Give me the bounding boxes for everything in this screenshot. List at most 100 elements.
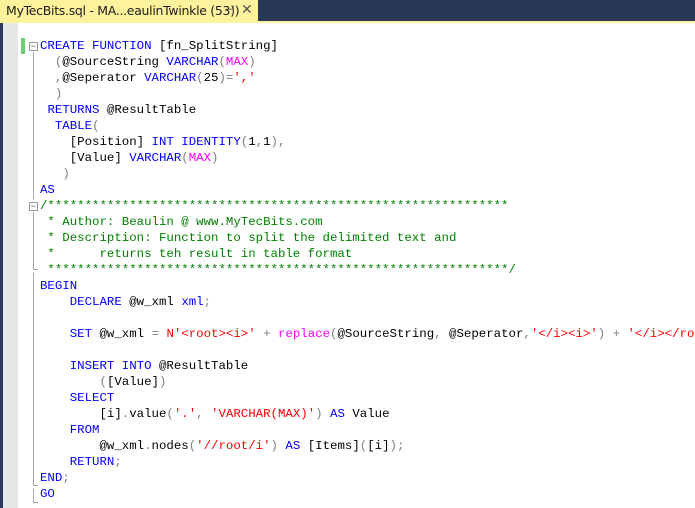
code-line[interactable]: ) [40, 86, 695, 102]
code-token: value [129, 407, 167, 421]
code-line[interactable]: /***************************************… [40, 198, 695, 214]
code-line[interactable]: AS [40, 182, 695, 198]
code-token: ( [99, 375, 107, 389]
code-token: INSERT INTO [69, 359, 159, 373]
code-editor[interactable]: − − CREATE FUNCTION [fn_SplitString] (@S… [0, 23, 695, 508]
code-line[interactable]: * Author: Beaulin @ www.MyTecBits.com [40, 214, 695, 230]
code-token: VARCHAR [144, 71, 197, 85]
code-token: + [255, 327, 278, 341]
code-token: ( [181, 151, 189, 165]
code-token: @w_xml [99, 327, 152, 341]
code-token: Value [352, 407, 390, 421]
close-icon[interactable]: ✕ [241, 1, 253, 18]
outline-guide [33, 212, 34, 269]
code-line[interactable] [40, 342, 695, 358]
code-token: VARCHAR [166, 55, 219, 69]
code-token: 'VARCHAR(MAX)' [211, 407, 316, 421]
document-tabstrip: MyTecBits.sql - MA...eaulinTwinkle (53))… [0, 0, 695, 21]
outline-guide [33, 273, 34, 485]
code-line[interactable]: BEGIN [40, 278, 695, 294]
outline-guide [33, 52, 34, 199]
code-token: FROM [69, 423, 100, 437]
code-line[interactable]: [i].value('.', 'VARCHAR(MAX)') AS Value [40, 406, 695, 422]
code-token: ( [196, 71, 204, 85]
sql-code[interactable]: CREATE FUNCTION [fn_SplitString] (@Sourc… [40, 38, 695, 502]
code-token: @ResultTable [106, 103, 197, 117]
code-token: N'<root><i>' [166, 327, 256, 341]
code-line[interactable]: SELECT [40, 390, 695, 406]
pin-icon[interactable]: ⊣ [225, 3, 235, 16]
code-token: @SourceString [337, 327, 435, 341]
code-token: ) + [597, 327, 628, 341]
code-token: replace [277, 327, 331, 341]
code-token: ( [218, 55, 226, 69]
code-token: @ResultTable [158, 359, 249, 373]
code-token: INT IDENTITY [151, 135, 241, 149]
change-tracking-bar [21, 38, 25, 54]
code-token: ), [270, 135, 286, 149]
code-line[interactable]: * Description: Function to split the del… [40, 230, 695, 246]
code-token: ); [389, 439, 405, 453]
code-line[interactable]: ,@Seperator VARCHAR(25)=',' [40, 70, 695, 86]
code-token: * Description: Function to split the del… [40, 231, 457, 245]
code-token: GO [40, 487, 55, 501]
code-token: MAX [188, 151, 212, 165]
code-token: , [523, 327, 531, 341]
code-line[interactable]: CREATE FUNCTION [fn_SplitString] [40, 38, 695, 54]
code-line[interactable]: ) [40, 166, 695, 182]
tab-title: MyTecBits.sql - MA...eaulinTwinkle (53)) [6, 3, 240, 18]
tab-mytecbits-sql[interactable]: MyTecBits.sql - MA...eaulinTwinkle (53))… [0, 0, 258, 21]
outline-guide [33, 489, 34, 502]
code-token: '</i><i>' [530, 327, 598, 341]
collapse-icon[interactable]: − [29, 202, 38, 211]
code-line[interactable]: @w_xml.nodes('//root/i') AS [Items]([i])… [40, 438, 695, 454]
code-line[interactable]: DECLARE @w_xml xml; [40, 294, 695, 310]
code-line[interactable]: INSERT INTO @ResultTable [40, 358, 695, 374]
code-token: AS [285, 439, 308, 453]
code-line[interactable]: * returns teh result in table format [40, 246, 695, 262]
code-line[interactable]: TABLE( [40, 118, 695, 134]
code-line[interactable]: FROM [40, 422, 695, 438]
code-line[interactable]: SET @w_xml = N'<root><i>' + replace(@Sou… [40, 326, 695, 342]
code-line[interactable]: GO [40, 486, 695, 502]
code-token: DECLARE [69, 295, 130, 309]
code-token: @w_xml [40, 439, 145, 453]
code-token: /***************************************… [40, 199, 509, 213]
code-token: ) [315, 407, 331, 421]
code-line[interactable] [40, 310, 695, 326]
code-token: ) [62, 167, 70, 181]
code-line[interactable]: END; [40, 470, 695, 486]
code-line[interactable]: RETURN; [40, 454, 695, 470]
code-line[interactable]: [Value] VARCHAR(MAX) [40, 150, 695, 166]
code-token: BEGIN [40, 279, 78, 293]
code-token: nodes [151, 439, 189, 453]
code-token: AS [40, 183, 55, 197]
code-token: , [196, 407, 212, 421]
outline-guide-end [33, 269, 38, 270]
code-token: )= [218, 71, 234, 85]
code-token: ) [54, 87, 63, 101]
code-line[interactable]: [Position] INT IDENTITY(1,1), [40, 134, 695, 150]
code-line[interactable]: (@SourceString VARCHAR(MAX) [40, 54, 695, 70]
collapse-icon[interactable]: − [29, 42, 38, 51]
code-line[interactable]: ****************************************… [40, 262, 695, 278]
code-token: , [255, 135, 264, 149]
code-token: = [151, 327, 167, 341]
code-line[interactable]: ([Value]) [40, 374, 695, 390]
code-token: [Value] [40, 151, 130, 165]
code-token: ( [166, 407, 174, 421]
code-token: [i] [367, 439, 390, 453]
code-token: MAX [225, 55, 249, 69]
code-token: ) [159, 375, 167, 389]
code-line[interactable]: RETURNS @ResultTable [40, 102, 695, 118]
